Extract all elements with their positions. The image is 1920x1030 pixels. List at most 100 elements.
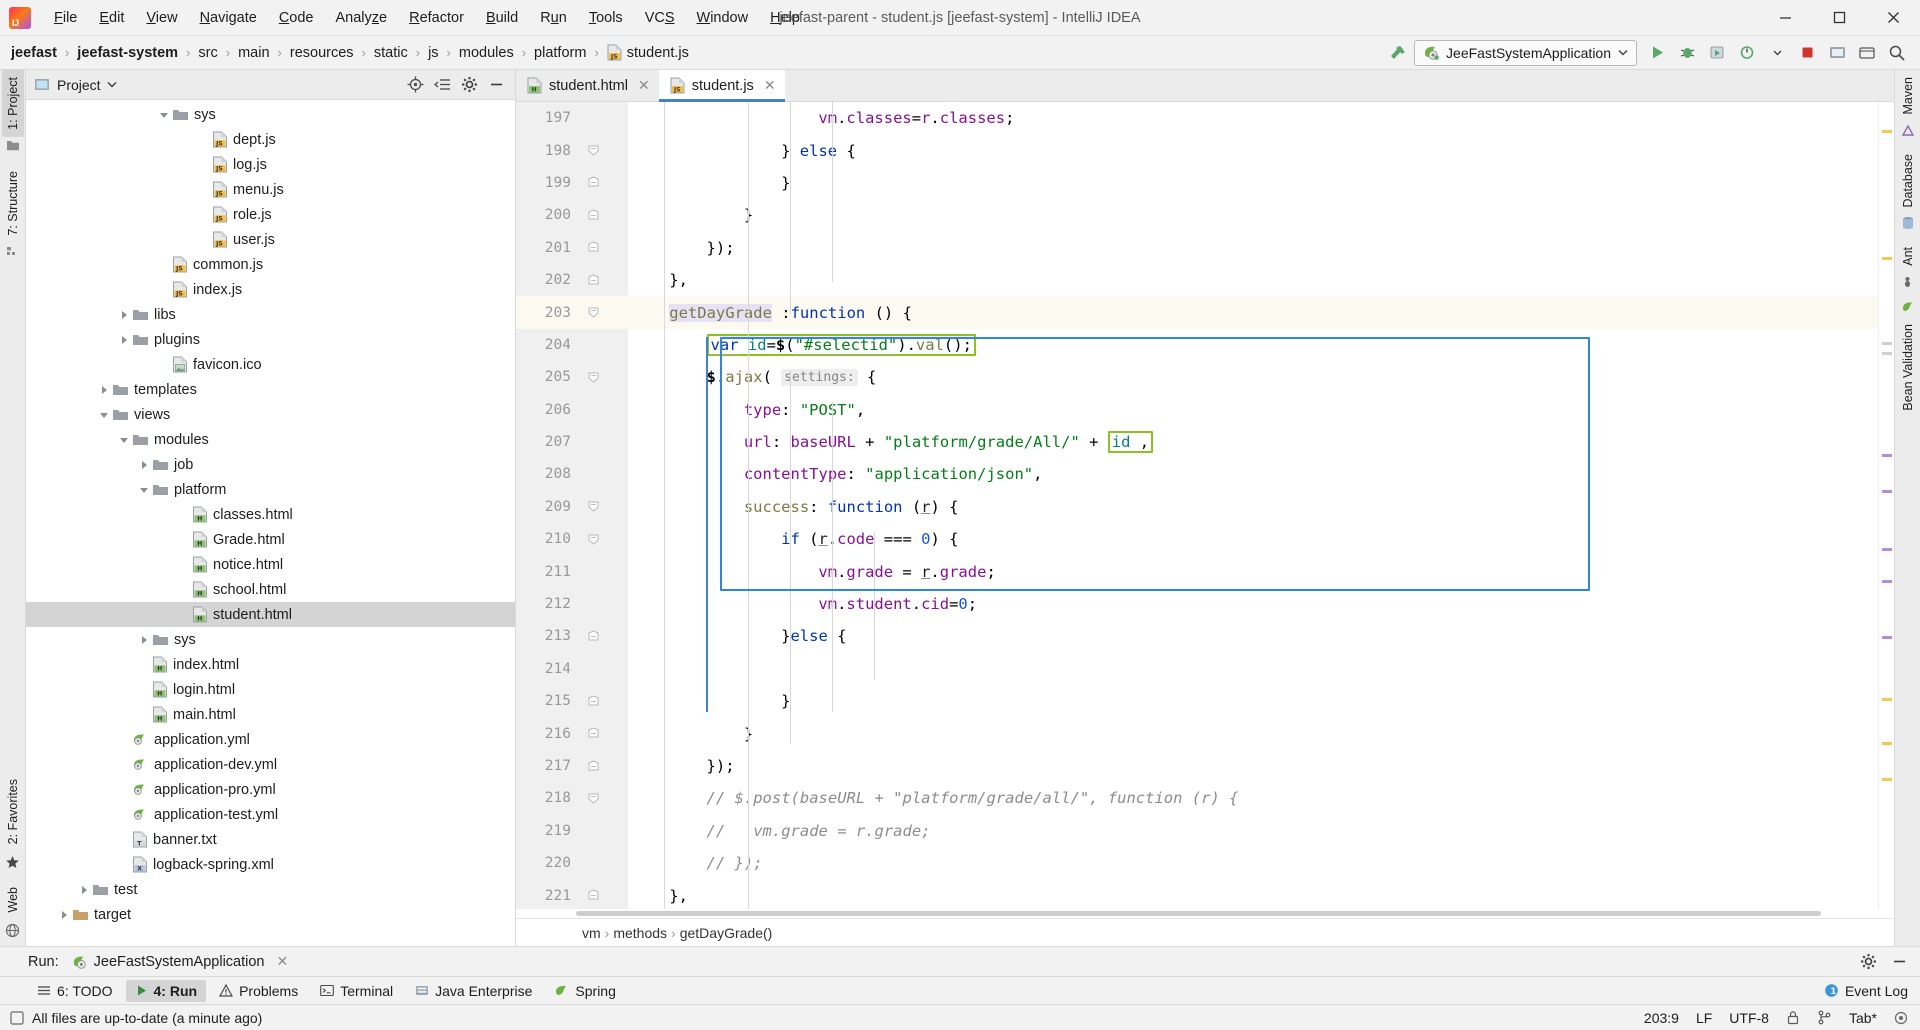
breadcrumb-modules[interactable]: modules xyxy=(456,43,517,63)
tree-item[interactable]: sys xyxy=(26,102,515,127)
maximize-button[interactable] xyxy=(1812,0,1866,36)
line-separator[interactable]: LF xyxy=(1696,1010,1712,1026)
gutter-line[interactable]: 205 xyxy=(516,361,628,393)
marker-usage[interactable] xyxy=(1882,636,1892,639)
code-line[interactable]: if (r.code === 0) { xyxy=(628,523,1878,555)
code-line[interactable]: vm.grade = r.grade; xyxy=(628,555,1878,587)
fold-marker[interactable] xyxy=(578,760,608,773)
chevron-right-icon[interactable] xyxy=(76,885,92,895)
code-line[interactable]: // vm.grade = r.grade; xyxy=(628,815,1878,847)
fold-marker[interactable] xyxy=(578,630,608,643)
gear-icon[interactable] xyxy=(1860,953,1877,970)
tree-item[interactable]: application-dev.yml xyxy=(26,752,515,777)
profiler-icon[interactable] xyxy=(1734,40,1760,66)
menu-refactor[interactable]: Refactor xyxy=(398,6,475,30)
tree-item[interactable]: platform xyxy=(26,477,515,502)
settings-icon[interactable] xyxy=(1854,40,1880,66)
tree-item[interactable]: JSdept.js xyxy=(26,127,515,152)
hide-icon[interactable] xyxy=(488,76,505,93)
breadcrumb-getdaygrade[interactable]: getDayGrade() xyxy=(680,925,773,941)
breadcrumb-platform[interactable]: platform xyxy=(531,43,589,63)
breadcrumb-static[interactable]: static xyxy=(371,43,411,63)
menu-code[interactable]: Code xyxy=(268,6,325,30)
code-line[interactable]: } xyxy=(628,717,1878,749)
tab-todo[interactable]: 6: TODO xyxy=(28,980,122,1002)
menu-analyze[interactable]: Analyze xyxy=(325,6,399,30)
gutter-line[interactable]: 219 xyxy=(516,815,628,847)
tree-item[interactable]: Hindex.html xyxy=(26,652,515,677)
tree-item[interactable]: target xyxy=(26,902,515,927)
tree-item[interactable]: job xyxy=(26,452,515,477)
fold-marker[interactable] xyxy=(578,792,608,805)
gutter-line[interactable]: 198 xyxy=(516,134,628,166)
fold-marker[interactable] xyxy=(578,727,608,740)
menu-run[interactable]: Run xyxy=(529,6,578,30)
code-line[interactable]: var id=$("#selectid").val(); xyxy=(628,329,1878,361)
gutter-line[interactable]: 217 xyxy=(516,750,628,782)
marker-change[interactable] xyxy=(1882,342,1892,345)
tab-terminal[interactable]: Terminal xyxy=(311,980,402,1002)
fold-marker[interactable] xyxy=(578,144,608,157)
scrollbar-thumb[interactable] xyxy=(576,911,1821,916)
gutter-line[interactable]: 218 xyxy=(516,782,628,814)
chevron-down-icon[interactable] xyxy=(1764,40,1790,66)
tree-item[interactable]: libs xyxy=(26,302,515,327)
inspection-icon[interactable] xyxy=(1894,1011,1908,1025)
marker-usage[interactable] xyxy=(1882,580,1892,583)
gutter-line[interactable]: 211 xyxy=(516,555,628,587)
run-with-coverage-icon[interactable] xyxy=(1704,40,1730,66)
tree-item[interactable]: Xlogback-spring.xml xyxy=(26,852,515,877)
tree-item[interactable]: sys xyxy=(26,627,515,652)
tab-problems[interactable]: Problems xyxy=(210,980,307,1002)
tab-spring[interactable]: Spring xyxy=(545,980,624,1002)
menu-navigate[interactable]: Navigate xyxy=(189,6,268,30)
breadcrumb-jeefast-system[interactable]: jeefast-system xyxy=(74,43,181,63)
gutter-line[interactable]: 197 xyxy=(516,102,628,134)
updates-icon[interactable] xyxy=(1824,40,1850,66)
stop-icon[interactable] xyxy=(1794,40,1820,66)
lock-icon[interactable] xyxy=(1786,1010,1800,1025)
tab-java-enterprise[interactable]: Java Enterprise xyxy=(406,980,541,1002)
code-line[interactable]: } xyxy=(628,685,1878,717)
run-configuration-selector[interactable]: JeeFastSystemApplication xyxy=(1414,40,1637,66)
marker-change[interactable] xyxy=(1882,352,1892,355)
tree-item[interactable]: templates xyxy=(26,377,515,402)
fold-marker[interactable] xyxy=(578,306,608,319)
gutter-line[interactable]: 201 xyxy=(516,232,628,264)
gutter-line[interactable]: 208 xyxy=(516,458,628,490)
code-line[interactable] xyxy=(628,653,1878,685)
code-line[interactable]: }, xyxy=(628,879,1878,909)
chevron-right-icon[interactable] xyxy=(116,335,132,345)
sidebar-item-bean-validation[interactable]: Bean Validation xyxy=(1897,317,1919,418)
fold-marker[interactable] xyxy=(578,533,608,546)
build-hammer-icon[interactable] xyxy=(1384,40,1410,66)
breadcrumb-resources[interactable]: resources xyxy=(287,43,357,63)
sidebar-item-project[interactable]: 1: Project xyxy=(2,70,24,137)
tab-run[interactable]: 4: Run xyxy=(126,980,207,1002)
chevron-down-icon[interactable] xyxy=(136,485,152,495)
menu-view[interactable]: View xyxy=(135,6,188,30)
tree-item[interactable]: Hlogin.html xyxy=(26,677,515,702)
fold-marker[interactable] xyxy=(578,176,608,189)
tree-item[interactable]: JSuser.js xyxy=(26,227,515,252)
tree-item[interactable]: JSlog.js xyxy=(26,152,515,177)
sidebar-item-database[interactable]: Database xyxy=(1897,147,1919,215)
tree-item[interactable]: Hclasses.html xyxy=(26,502,515,527)
chevron-right-icon[interactable] xyxy=(116,310,132,320)
gutter-line[interactable]: 209 xyxy=(516,491,628,523)
code-line[interactable]: vm.student.cid=0; xyxy=(628,588,1878,620)
chevron-right-icon[interactable] xyxy=(96,385,112,395)
gutter-line[interactable]: 213 xyxy=(516,620,628,652)
code-line[interactable]: contentType: "application/json", xyxy=(628,458,1878,490)
code-line[interactable]: vm.classes=r.classes; xyxy=(628,102,1878,134)
marker-warning[interactable] xyxy=(1882,698,1892,701)
sidebar-item-ant[interactable]: Ant xyxy=(1897,240,1919,273)
locate-target-icon[interactable] xyxy=(407,76,424,93)
debug-icon[interactable] xyxy=(1674,40,1700,66)
gutter-line[interactable]: 200 xyxy=(516,199,628,231)
code-text-area[interactable]: vm.classes=r.classes;} else {}}});},getD… xyxy=(628,102,1878,909)
gutter-line[interactable]: 199 xyxy=(516,167,628,199)
marker-warning[interactable] xyxy=(1882,130,1892,133)
gutter-line[interactable]: 207 xyxy=(516,426,628,458)
sidebar-item-maven[interactable]: Maven xyxy=(1897,70,1919,122)
